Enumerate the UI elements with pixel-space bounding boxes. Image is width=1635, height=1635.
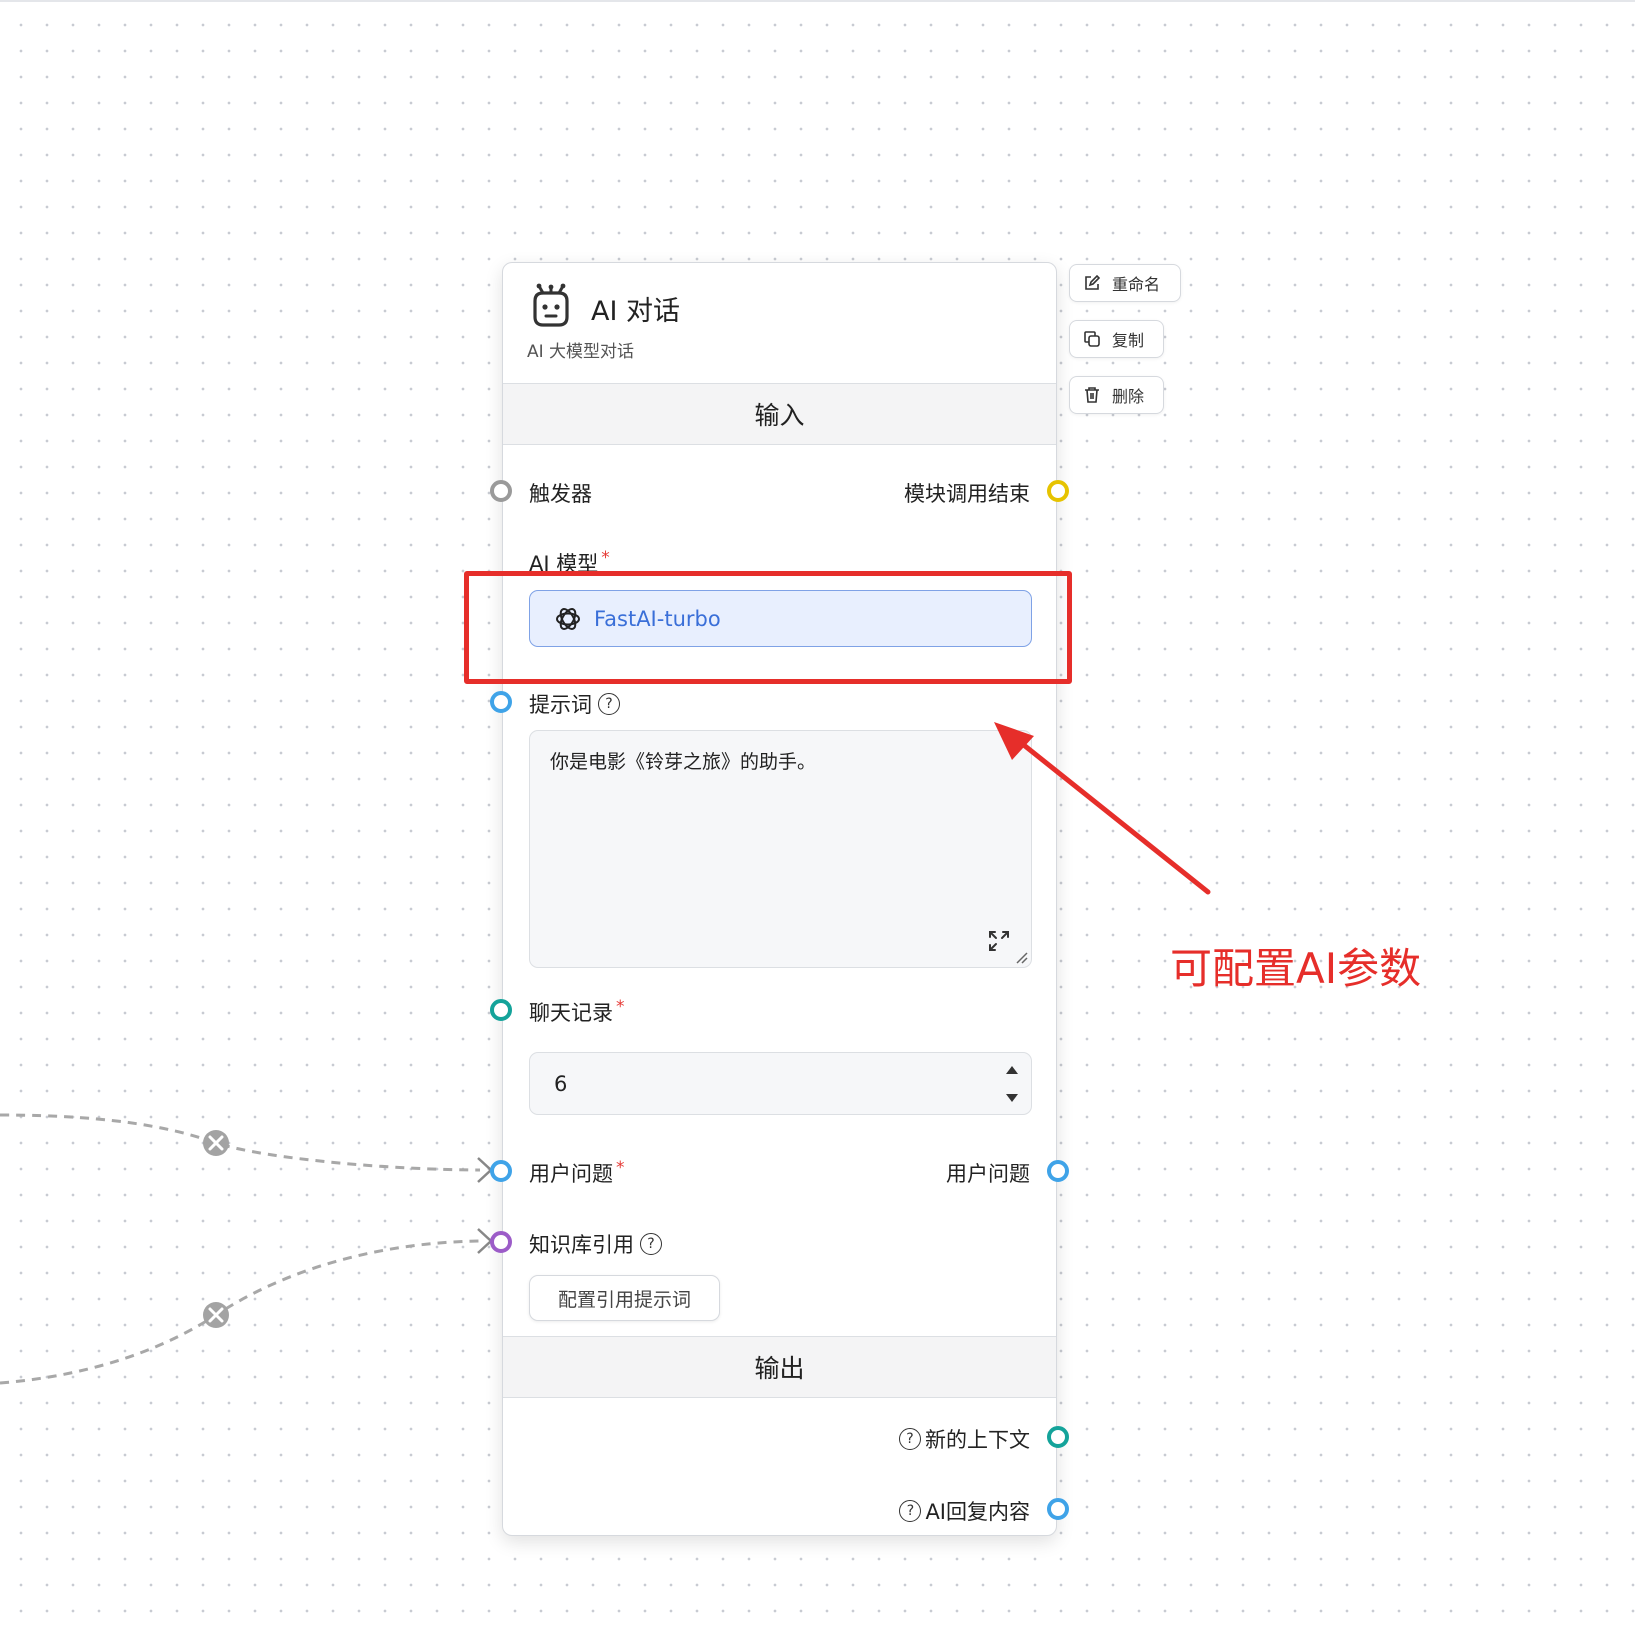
trigger-label: 触发器 — [529, 482, 592, 506]
node-header[interactable]: AI 对话 AI 大模型对话 — [503, 263, 1056, 383]
annotation-text: 可配置AI参数 — [1170, 944, 1422, 993]
prompt-label: 提示词 ? — [529, 689, 620, 719]
delete-button[interactable]: 删除 — [1069, 376, 1164, 414]
input-section-header: 输入 — [503, 383, 1056, 445]
help-icon[interactable]: ? — [640, 1233, 662, 1255]
annotation-highlight-box — [464, 571, 1072, 684]
robot-icon — [533, 283, 569, 327]
delete-label: 删除 — [1112, 387, 1145, 406]
expand-icon[interactable] — [987, 929, 1011, 953]
new-context-handle[interactable] — [1047, 1426, 1069, 1448]
ai-chat-node[interactable]: AI 对话 AI 大模型对话 输入 触发器 模块调用结束 AI 模型 * Fas… — [490, 262, 1069, 1536]
ai-reply-label: ? AI回复内容 — [899, 1496, 1030, 1526]
ai-reply-handle[interactable] — [1047, 1498, 1069, 1520]
copy-icon — [1084, 331, 1100, 347]
edge-delete-icon[interactable] — [203, 1130, 229, 1156]
new-context-label-text: 新的上下文 — [925, 1428, 1030, 1452]
output-section-header: 输出 — [503, 1336, 1056, 1398]
prompt-textarea[interactable]: 你是电影《铃芽之旅》的助手。 — [529, 730, 1032, 968]
knowledge-base-label-text: 知识库引用 — [529, 1233, 634, 1257]
increment-icon — [1006, 1066, 1018, 1074]
prompt-handle[interactable] — [490, 691, 512, 713]
prompt-value: 你是电影《铃芽之旅》的助手。 — [550, 751, 817, 773]
config-citation-prompt-button[interactable]: 配置引用提示词 — [529, 1275, 720, 1321]
trash-icon — [1085, 387, 1099, 403]
edit-icon — [1085, 275, 1100, 290]
history-label: 聊天记录 * — [529, 997, 625, 1027]
node-subtitle: AI 大模型对话 — [527, 342, 635, 362]
history-number-input[interactable]: 6 — [529, 1052, 1032, 1115]
history-value: 6 — [554, 1071, 568, 1096]
decrement-icon — [1006, 1094, 1018, 1102]
node-title: AI 对话 — [591, 296, 681, 327]
history-label-text: 聊天记录 — [529, 1001, 613, 1025]
edge-delete-icon[interactable] — [203, 1302, 229, 1328]
help-icon[interactable]: ? — [899, 1428, 921, 1450]
copy-label: 复制 — [1112, 331, 1145, 350]
user-question-label: 用户问题 * — [529, 1158, 625, 1188]
rename-label: 重命名 — [1112, 275, 1161, 294]
user-question-input-handle[interactable] — [490, 1160, 512, 1182]
trigger-handle[interactable] — [490, 480, 512, 502]
canvas-top-border — [0, 0, 1635, 2]
help-icon[interactable]: ? — [899, 1500, 922, 1522]
help-icon[interactable]: ? — [598, 693, 620, 715]
edge-knowledge-base[interactable] — [0, 1239, 481, 1385]
copy-button[interactable]: 复制 — [1069, 320, 1164, 358]
user-question-output-handle[interactable] — [1047, 1160, 1069, 1182]
module-end-label: 模块调用结束 — [904, 482, 1030, 506]
rename-button[interactable]: 重命名 — [1069, 264, 1181, 302]
knowledge-base-handle[interactable] — [490, 1231, 512, 1253]
resize-handle-icon[interactable] — [1014, 950, 1028, 964]
edge-user-question[interactable] — [0, 1113, 481, 1172]
new-context-label: ? 新的上下文 — [899, 1424, 1030, 1454]
prompt-label-text: 提示词 — [529, 693, 592, 717]
user-question-label-text: 用户问题 — [529, 1162, 613, 1186]
annotation-arrow-icon — [994, 722, 1211, 895]
required-mark: * — [616, 997, 625, 1017]
required-mark: * — [616, 1158, 625, 1178]
knowledge-base-label: 知识库引用 ? — [529, 1229, 662, 1259]
module-end-handle[interactable] — [1047, 480, 1069, 502]
stepper-icon[interactable] — [1003, 1061, 1021, 1107]
history-handle[interactable] — [490, 999, 512, 1021]
ai-reply-label-text: AI回复内容 — [925, 1500, 1030, 1524]
required-mark: * — [601, 548, 610, 568]
user-question-output-label: 用户问题 — [946, 1162, 1030, 1186]
